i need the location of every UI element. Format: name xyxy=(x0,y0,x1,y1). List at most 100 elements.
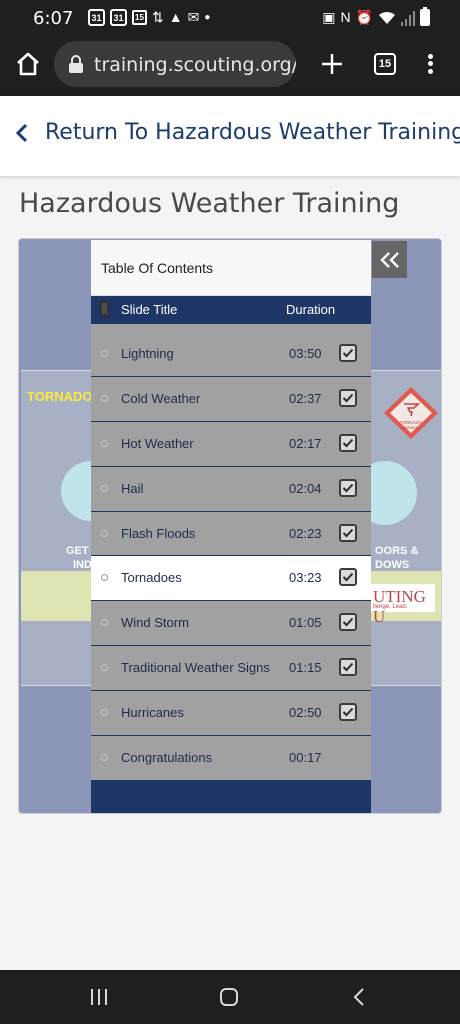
row-duration: 01:05 xyxy=(289,615,322,631)
battery-icon xyxy=(420,7,430,26)
wifi-icon xyxy=(379,11,395,24)
toc-row[interactable]: Cold Weather 02:37 xyxy=(91,376,371,422)
slide-text-left-2: IND xyxy=(73,559,92,571)
course-player: TORNADO GET IND OORS & DOWS TORNADO WARN… xyxy=(18,238,442,814)
status-bar: 6:07 31 31 15 ⇅ ▲ ✉ ● ▣ N ⏰ xyxy=(0,0,460,36)
slide-text-left-1: GET xyxy=(66,545,89,557)
slide-text-right-1: OORS & xyxy=(375,545,419,557)
dot-icon: ● xyxy=(204,12,211,23)
return-link[interactable]: Return To Hazardous Weather Training xyxy=(45,120,460,145)
toc-footer xyxy=(91,780,371,813)
row-bullet-icon xyxy=(101,754,108,762)
row-bullet-icon xyxy=(101,529,108,537)
system-icons: ▣ N ⏰ xyxy=(322,7,430,26)
plus-icon xyxy=(322,54,342,74)
toc-row[interactable]: Hot Weather 02:17 xyxy=(91,421,371,467)
scouting-u-logo: UTING U llenge. Lead. xyxy=(371,584,435,626)
home-icon[interactable] xyxy=(14,50,42,78)
double-chevron-left-icon xyxy=(379,251,399,268)
row-bullet-icon xyxy=(101,484,108,492)
recents-icon[interactable] xyxy=(91,989,107,1005)
row-bullet-icon xyxy=(101,709,108,717)
row-duration: 03:23 xyxy=(289,570,322,586)
row-duration: 02:37 xyxy=(289,390,322,406)
toc-row[interactable]: Traditional Weather Signs 01:15 xyxy=(91,646,371,692)
row-duration: 02:04 xyxy=(289,480,322,496)
checkbox-checked-icon xyxy=(339,568,357,587)
checkbox-checked-icon xyxy=(339,478,357,497)
toc-row[interactable]: Hail 02:04 xyxy=(91,466,371,512)
toc-row[interactable]: Tornadoes 03:23 xyxy=(91,556,371,602)
address-bar[interactable]: training.scouting.org/co xyxy=(54,41,296,87)
row-duration: 02:17 xyxy=(289,435,322,451)
calendar-icon: 15 xyxy=(132,10,147,25)
tornado-warning-sign: TORNADO WARNING xyxy=(384,387,438,439)
row-duration: 02:23 xyxy=(289,525,322,541)
toc-row[interactable]: Wind Storm 01:05 xyxy=(91,601,371,647)
sync-icon: ⇅ xyxy=(152,9,164,25)
checkbox-checked-icon xyxy=(339,433,357,452)
sign-line-1: TORNADO xyxy=(400,420,423,425)
toc-row[interactable]: Hurricanes 02:50 xyxy=(91,691,371,737)
home-button-icon[interactable] xyxy=(220,988,238,1006)
page-title: Hazardous Weather Training xyxy=(19,188,400,219)
row-title: Congratulations xyxy=(121,750,213,766)
checkbox-checked-icon xyxy=(339,523,357,542)
row-title: Tornadoes xyxy=(121,570,182,586)
mail-icon: ✉ xyxy=(187,9,200,25)
row-bullet-icon xyxy=(101,394,108,402)
bookmark-icon xyxy=(100,301,109,319)
toc-header: Table Of Contents xyxy=(91,240,371,296)
row-duration: 00:17 xyxy=(289,750,322,766)
nav-arrow-icon: ▲ xyxy=(168,9,183,25)
status-time: 6:07 xyxy=(33,8,74,29)
row-title: Hail xyxy=(121,480,144,496)
checkbox-checked-icon xyxy=(339,344,357,362)
system-nav-bar xyxy=(0,970,460,1024)
column-duration: Duration xyxy=(286,302,336,317)
toc-row[interactable]: Flash Floods 02:23 xyxy=(91,511,371,557)
new-tab-button[interactable] xyxy=(318,50,346,78)
slide-text-right-2: DOWS xyxy=(375,559,410,571)
overflow-menu-icon[interactable] xyxy=(420,50,440,78)
row-title: Lightning xyxy=(121,346,174,361)
row-title: Flash Floods xyxy=(121,525,196,541)
calendar-icon: 31 xyxy=(88,9,105,26)
toc-row[interactable]: Congratulations 00:17 xyxy=(91,736,371,781)
return-bar: Return To Hazardous Weather Training xyxy=(0,96,460,176)
toc-title: Table Of Contents xyxy=(101,260,214,276)
toc-row[interactable]: Lightning 03:50 xyxy=(91,332,371,377)
checkbox-checked-icon xyxy=(339,388,357,407)
slide-tornado-label: TORNADO xyxy=(27,389,93,404)
row-duration: 02:50 xyxy=(289,705,322,721)
signal-icon xyxy=(401,10,415,26)
alarm-icon: ⏰ xyxy=(355,9,373,25)
row-bullet-icon xyxy=(101,664,108,672)
checkbox-checked-icon xyxy=(339,703,357,722)
checkbox-checked-icon xyxy=(339,613,357,632)
toc-column-header: Slide Title Duration xyxy=(91,296,371,324)
nfc-icon: N xyxy=(340,9,351,25)
row-title: Hurricanes xyxy=(121,705,184,721)
scouting-logo-tagline: llenge. Lead. xyxy=(373,604,408,610)
chevron-left-icon[interactable] xyxy=(14,122,30,144)
notification-icons: 31 31 15 ⇅ ▲ ✉ ● xyxy=(88,9,210,26)
sign-line-2: WARNING xyxy=(403,426,420,430)
row-title: Hot Weather xyxy=(121,435,194,451)
row-bullet-icon xyxy=(101,350,108,357)
row-title: Cold Weather xyxy=(121,390,201,406)
url-text: training.scouting.org/co xyxy=(94,54,296,76)
row-duration: 03:50 xyxy=(289,346,322,361)
collapse-toc-button[interactable] xyxy=(372,241,407,278)
lock-icon xyxy=(69,55,83,73)
table-of-contents-panel: Table Of Contents Slide Title Duration L… xyxy=(91,240,371,813)
checkbox-checked-icon xyxy=(339,658,357,677)
tab-switcher-button[interactable]: 15 xyxy=(374,53,396,75)
back-icon[interactable] xyxy=(352,987,366,1007)
column-slide-title: Slide Title xyxy=(121,302,178,317)
toc-list: Lightning 03:50 Cold Weather 02:37 Hot Weath… xyxy=(91,332,371,781)
browser-toolbar: training.scouting.org/co 15 xyxy=(0,36,460,96)
calendar-icon: 31 xyxy=(110,9,127,26)
row-bullet-icon xyxy=(101,439,108,447)
row-title: Traditional Weather Signs xyxy=(121,660,270,676)
